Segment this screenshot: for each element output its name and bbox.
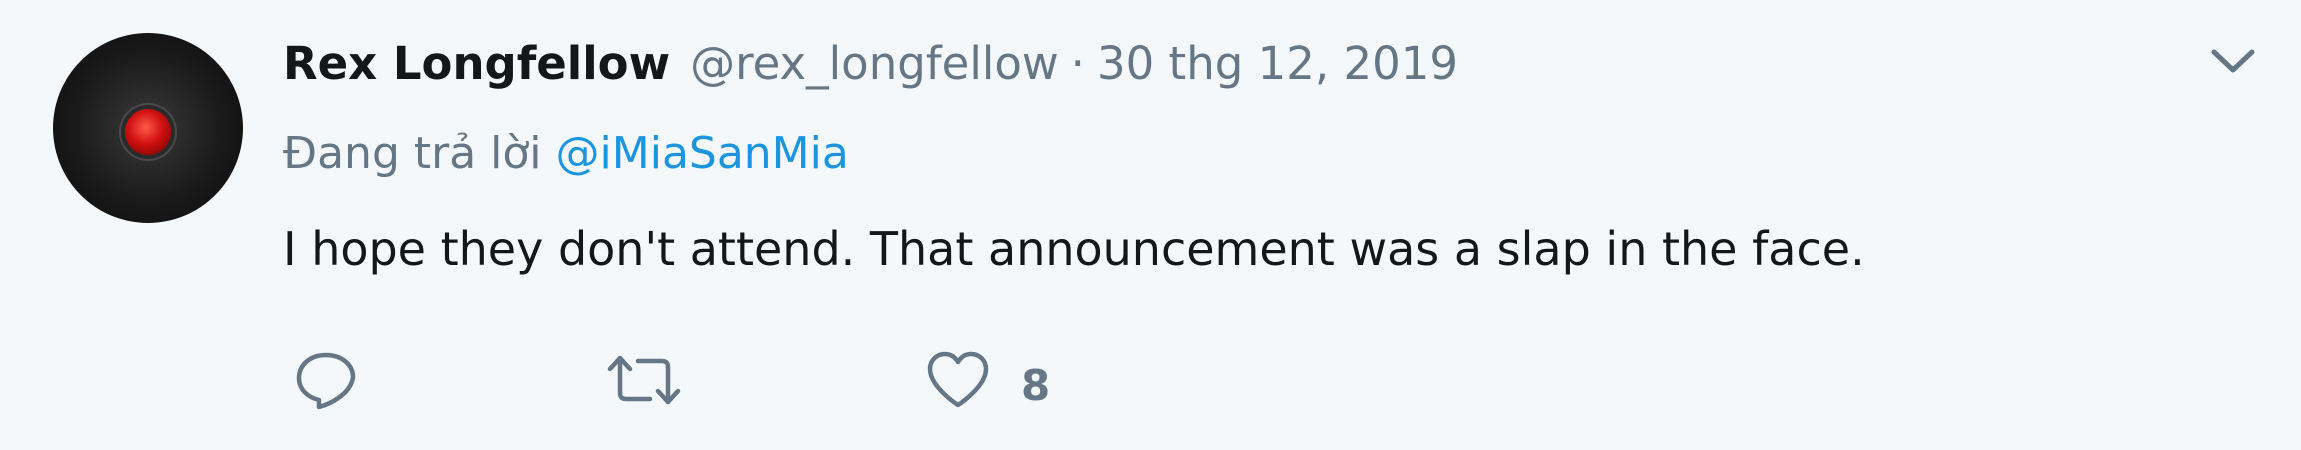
tweet-timestamp[interactable]: 30 thg 12, 2019	[1097, 37, 1458, 90]
like-count: 8	[1021, 360, 1051, 410]
header-separator: ·	[1070, 36, 1085, 90]
reply-button[interactable]	[293, 340, 359, 420]
tweet-card[interactable]: Rex Longfellow @rex_longfellow · 30 thg …	[0, 0, 2301, 450]
reply-context-prefix: Đang trả lời	[283, 128, 542, 179]
heart-icon	[925, 349, 991, 411]
avatar-red-eye	[125, 109, 171, 155]
tweet-text: I hope they don't attend. That announcem…	[283, 222, 1865, 276]
reply-icon	[293, 349, 359, 411]
chevron-down-icon[interactable]	[2208, 42, 2258, 82]
avatar[interactable]	[53, 33, 243, 223]
reply-context: Đang trả lời @iMiaSanMia	[283, 128, 849, 179]
retweet-button[interactable]	[606, 340, 682, 420]
tweet-header: Rex Longfellow @rex_longfellow · 30 thg …	[283, 30, 1458, 96]
author-handle[interactable]: @rex_longfellow	[690, 37, 1059, 90]
retweet-icon	[606, 349, 682, 411]
reply-mention-link[interactable]: @iMiaSanMia	[556, 128, 849, 179]
like-button[interactable]: 8	[925, 340, 1050, 420]
author-display-name[interactable]: Rex Longfellow	[283, 37, 670, 90]
